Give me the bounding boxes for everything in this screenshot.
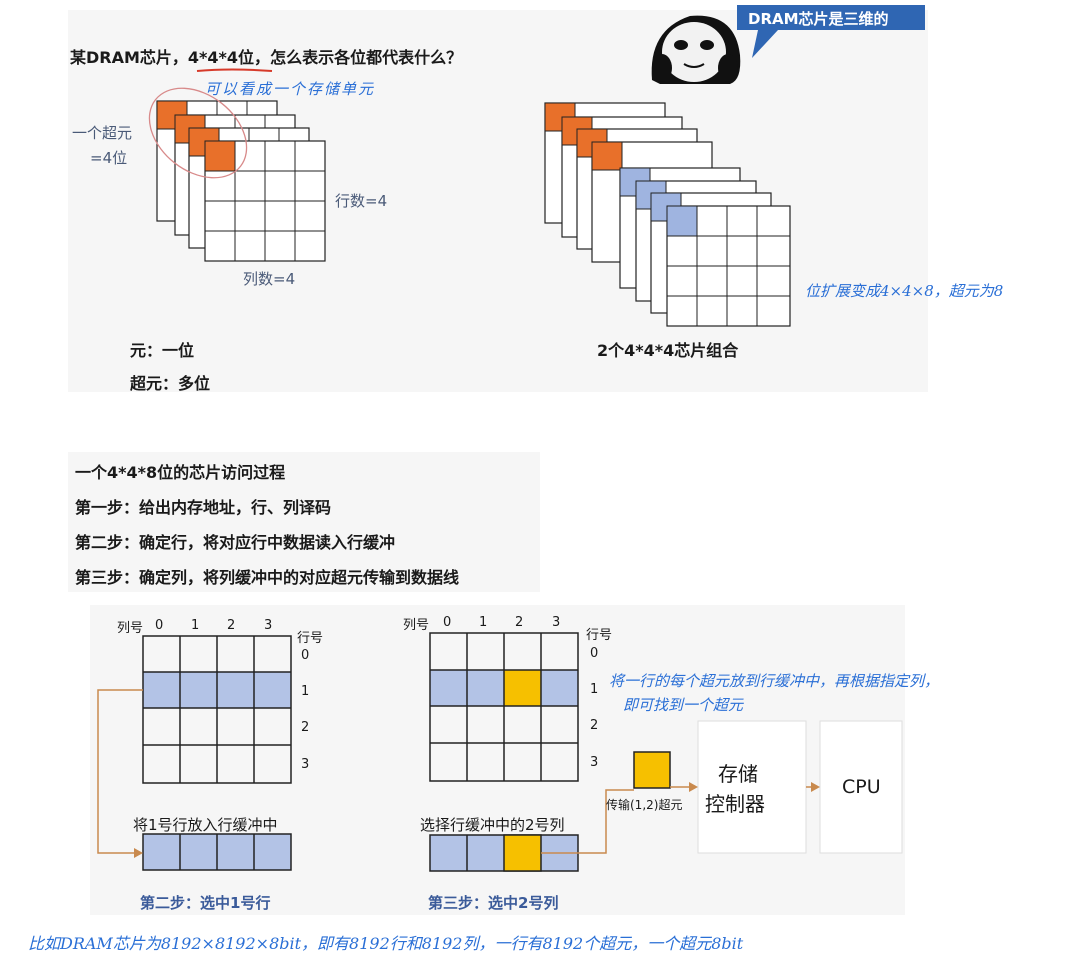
- right-caption: 第三步：选中2号列: [428, 894, 559, 912]
- footer-note: 比如DRAM芯片为8192×8192×8bit，即有8192行和8192列，一行…: [28, 934, 744, 953]
- handnote-row-buffer-line-2: 即可找到一个超元: [623, 696, 744, 714]
- handnote-row-buffer-line-1: 将一行的每个超元放到行缓冲中，再根据指定列，: [609, 672, 940, 690]
- controller-label-line-1: 存储: [718, 762, 758, 786]
- transfer-label: 传输(1,2)超元: [606, 798, 683, 812]
- controller-label-line-2: 控制器: [705, 792, 765, 816]
- right-buffer-label: 选择行缓冲中的2号列: [420, 816, 565, 834]
- cpu-label: CPU: [842, 776, 881, 798]
